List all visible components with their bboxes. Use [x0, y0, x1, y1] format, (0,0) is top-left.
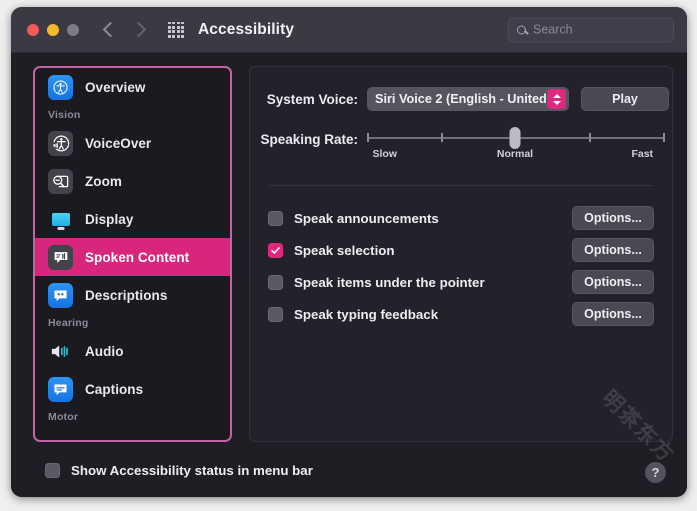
chevron-right-icon[interactable]: [131, 22, 147, 38]
speech-options-list: Speak announcementsOptions...Speak selec…: [250, 186, 672, 330]
minimize-button[interactable]: [47, 24, 59, 36]
search-input[interactable]: Search: [508, 17, 674, 42]
slider-tick: [589, 133, 591, 142]
options-button[interactable]: Options...: [572, 206, 654, 230]
slider-scale-label: Normal: [497, 148, 533, 160]
slider-tick: [663, 133, 665, 142]
speech-option-row: Speak items under the pointer Options...: [268, 266, 672, 298]
page-title: Accessibility: [198, 21, 294, 39]
speech-option-row: Speak announcements Options...: [268, 202, 672, 234]
window-titlebar: Accessibility Search: [11, 7, 687, 53]
slider-thumb[interactable]: [510, 127, 521, 149]
show-status-label: Show Accessibility status in menu bar: [71, 463, 313, 478]
sidebar-item-label: Display: [85, 212, 133, 227]
speech-option-label: Speak selection: [294, 243, 395, 258]
slider-scale-label: Fast: [631, 148, 653, 160]
slider-tick: [441, 133, 443, 142]
speaker-audio-icon: [48, 339, 73, 364]
sidebar-item-zoom[interactable]: Zoom: [35, 162, 230, 200]
sidebar-item-label: Audio: [85, 344, 124, 359]
accessibility-person-icon: [48, 75, 73, 100]
sidebar: Overview Vision VoiceOver: [33, 66, 232, 442]
traffic-lights: [27, 24, 79, 36]
close-button[interactable]: [27, 24, 39, 36]
system-voice-label: System Voice:: [250, 92, 358, 107]
sidebar-item-descriptions[interactable]: Descriptions: [35, 276, 230, 314]
zoom-button[interactable]: [67, 24, 79, 36]
search-placeholder: Search: [533, 23, 573, 37]
speaking-rate-label: Speaking Rate:: [250, 132, 358, 147]
captions-bubble-icon: [48, 377, 73, 402]
sidebar-item-audio[interactable]: Audio: [35, 332, 230, 370]
sidebar-group-motor: Motor: [35, 408, 230, 426]
speaking-rate-row: Speaking Rate: Slow Normal Fast: [250, 111, 672, 163]
speech-option-checkbox[interactable]: [268, 211, 283, 226]
slider-scale-labels: Slow Normal Fast: [367, 148, 663, 163]
sidebar-item-display[interactable]: Display: [35, 200, 230, 238]
slider-tick: [367, 133, 369, 142]
system-voice-row: System Voice: Siri Voice 2 (English - Un…: [250, 67, 672, 111]
options-button[interactable]: Options...: [572, 238, 654, 262]
system-voice-select[interactable]: Siri Voice 2 (English - United K: [367, 87, 569, 111]
stepper-up-down-icon[interactable]: [547, 89, 566, 109]
settings-panel: System Voice: Siri Voice 2 (English - Un…: [249, 66, 673, 442]
sidebar-item-voiceover[interactable]: VoiceOver: [35, 124, 230, 162]
options-button[interactable]: Options...: [572, 302, 654, 326]
speech-option-row: Speak selection Options...: [268, 234, 672, 266]
sidebar-item-label: Overview: [85, 80, 145, 95]
chevron-left-icon[interactable]: [103, 22, 119, 38]
speaking-rate-slider[interactable]: Slow Normal Fast: [367, 132, 663, 163]
sidebar-item-label: Spoken Content: [85, 250, 189, 265]
speech-option-label: Speak typing feedback: [294, 307, 438, 322]
sidebar-item-label: Captions: [85, 382, 143, 397]
sidebar-group-hearing: Hearing: [35, 314, 230, 332]
speech-option-checkbox[interactable]: [268, 307, 283, 322]
settings-window: Accessibility Search Overview Vision: [11, 7, 687, 497]
display-monitor-icon: [48, 207, 73, 232]
spoken-content-icon: [48, 245, 73, 270]
sidebar-item-spoken-content[interactable]: Spoken Content: [35, 238, 230, 276]
sidebar-item-label: Descriptions: [85, 288, 167, 303]
search-icon: [517, 25, 526, 34]
options-button[interactable]: Options...: [572, 270, 654, 294]
system-voice-value: Siri Voice 2 (English - United K: [367, 92, 559, 106]
sidebar-item-captions[interactable]: Captions: [35, 370, 230, 408]
bottom-bar: Show Accessibility status in menu bar ?: [11, 443, 687, 497]
sidebar-item-label: VoiceOver: [85, 136, 151, 151]
show-status-checkbox[interactable]: [45, 463, 60, 478]
speech-option-label: Speak announcements: [294, 211, 439, 226]
slider-scale-label: Slow: [372, 148, 397, 160]
descriptions-bubble-icon: [48, 283, 73, 308]
checkmark-icon: [270, 245, 281, 256]
speech-option-label: Speak items under the pointer: [294, 275, 485, 290]
speech-option-checkbox[interactable]: [268, 243, 283, 258]
play-button[interactable]: Play: [581, 87, 669, 111]
grid-apps-icon[interactable]: [168, 22, 184, 38]
question-mark-icon[interactable]: ?: [645, 462, 666, 483]
speech-option-row: Speak typing feedback Options...: [268, 298, 672, 330]
nav-arrows: [105, 24, 144, 35]
sidebar-item-overview[interactable]: Overview: [35, 68, 230, 106]
speech-option-checkbox[interactable]: [268, 275, 283, 290]
sidebar-group-vision: Vision: [35, 106, 230, 124]
sidebar-item-label: Zoom: [85, 174, 122, 189]
voiceover-icon: [48, 131, 73, 156]
window-content: Overview Vision VoiceOver: [11, 53, 687, 497]
zoom-magnifier-icon: [48, 169, 73, 194]
slider-track[interactable]: [367, 132, 663, 143]
